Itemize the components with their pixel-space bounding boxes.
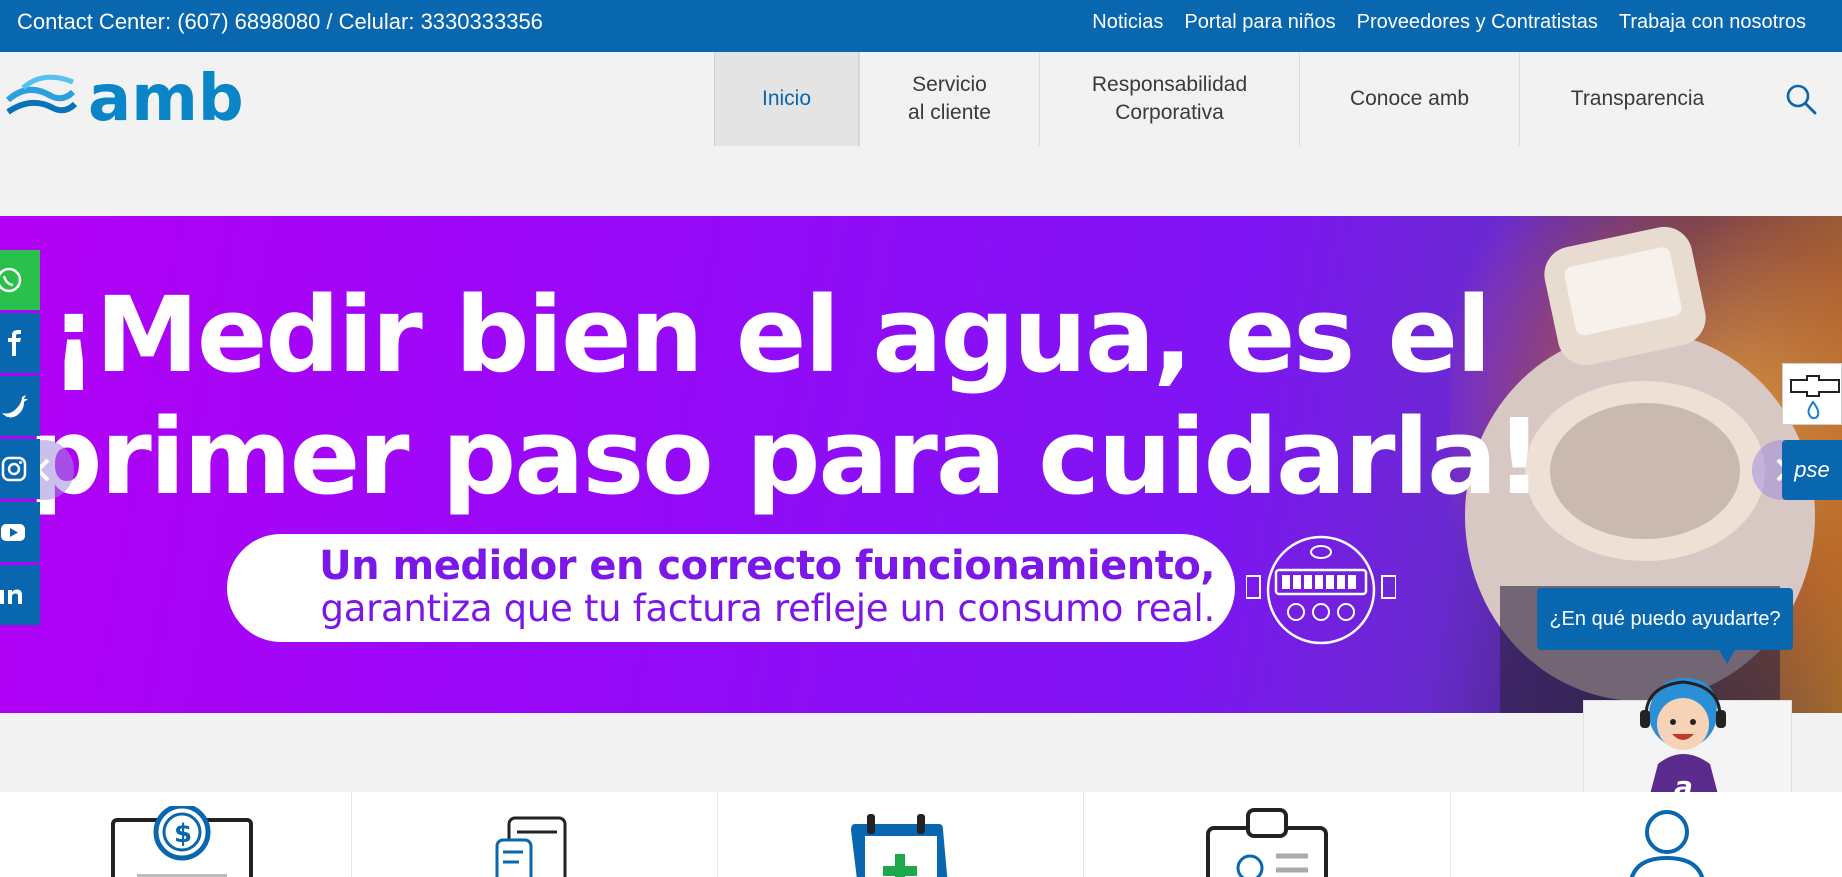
contact-center-text: Contact Center: (607) 6898080 / Celular:… [17, 9, 543, 34]
social-sidebar [0, 250, 40, 628]
service-user[interactable] [1451, 792, 1842, 877]
service-clipboard[interactable] [1084, 792, 1451, 877]
youtube-link[interactable] [0, 502, 40, 562]
top-link-noticias[interactable]: Noticias [1092, 11, 1163, 34]
twitter-icon [2, 395, 28, 418]
main-nav: Inicio Servicio al cliente Responsabilid… [714, 52, 1755, 146]
whatsapp-icon [0, 267, 22, 293]
amb-logo[interactable]: amb [3, 62, 253, 132]
linkedin-link[interactable] [0, 565, 40, 625]
svg-text:$: $ [174, 819, 192, 849]
header: amb Inicio Servicio al cliente Responsab… [0, 52, 1842, 146]
water-service-widget[interactable] [1782, 363, 1842, 425]
nav-servicio-cliente[interactable]: Servicio al cliente [859, 52, 1039, 146]
hero-headline-line1: ¡Medir bien el agua, es el [50, 274, 1492, 396]
nav-servicio-label: Servicio al cliente [908, 73, 991, 124]
service-invoice[interactable] [352, 792, 718, 877]
hero-subtitle-pill: Un medidor en correcto funcionamiento, g… [227, 534, 1235, 642]
service-payment[interactable]: $ [0, 792, 352, 877]
nav-responsabilidad-label: Responsabilidad Corporativa [1091, 73, 1248, 124]
nav-inicio-label: Inicio [761, 87, 812, 110]
linkedin-icon [0, 589, 22, 604]
clipboard-icon [1206, 808, 1328, 877]
pse-label: pse [1794, 457, 1830, 482]
top-link-proveedores[interactable]: Proveedores y Contratistas [1357, 11, 1598, 34]
nav-responsabilidad[interactable]: Responsabilidad Corporativa [1039, 52, 1299, 146]
chat-bubble-tail [1718, 648, 1736, 664]
invoice-icon [495, 816, 567, 877]
page: Contact Center: (607) 6898080 / Celular:… [0, 0, 1842, 877]
instagram-icon [1, 456, 27, 482]
facebook-icon [8, 330, 21, 356]
nav-conoce-amb[interactable]: Conoce amb [1299, 52, 1519, 146]
facebook-link[interactable] [0, 313, 40, 373]
whatsapp-link[interactable] [0, 250, 40, 310]
meter-outline-icon [1246, 535, 1396, 645]
youtube-icon [1, 524, 25, 541]
nav-transparencia[interactable]: Transparencia [1519, 52, 1755, 146]
pipe-drop-icon [1790, 375, 1840, 420]
search-icon[interactable] [1784, 82, 1818, 116]
twitter-link[interactable] [0, 376, 40, 436]
hero-headline-line2: primer paso para cuidarla! [28, 396, 1543, 518]
top-link-portal-ninos[interactable]: Portal para niños [1184, 11, 1335, 34]
services-strip: $ [0, 792, 1842, 877]
pse-payment-button[interactable]: pse [1782, 440, 1842, 500]
top-link-trabaja[interactable]: Trabaja con nosotros [1619, 11, 1806, 34]
chat-prompt-text: ¿En qué puedo ayudarte? [1549, 607, 1781, 630]
service-calendar[interactable] [718, 792, 1084, 877]
nav-conoce-label: Conoce amb [1349, 87, 1470, 110]
payment-icon: $ [111, 806, 253, 877]
user-icon [1629, 810, 1705, 877]
hero-subtitle-line1: Un medidor en correcto funcionamiento, [319, 543, 1215, 589]
nav-inicio[interactable]: Inicio [714, 52, 859, 146]
chat-prompt-bubble[interactable]: ¿En qué puedo ayudarte? [1537, 588, 1793, 650]
top-links: Noticias Portal para niños Proveedores y… [1092, 11, 1806, 34]
logo-text: amb [88, 62, 244, 132]
calendar-icon [851, 814, 948, 877]
instagram-link[interactable] [0, 439, 40, 499]
nav-transparencia-label: Transparencia [1570, 87, 1705, 110]
hero-subtitle-line2: garantiza que tu factura refleje un cons… [320, 587, 1216, 630]
hero-headline: ¡Medir bien el agua, es el primer paso p… [28, 274, 1543, 518]
top-bar: Contact Center: (607) 6898080 / Celular:… [0, 0, 1842, 52]
